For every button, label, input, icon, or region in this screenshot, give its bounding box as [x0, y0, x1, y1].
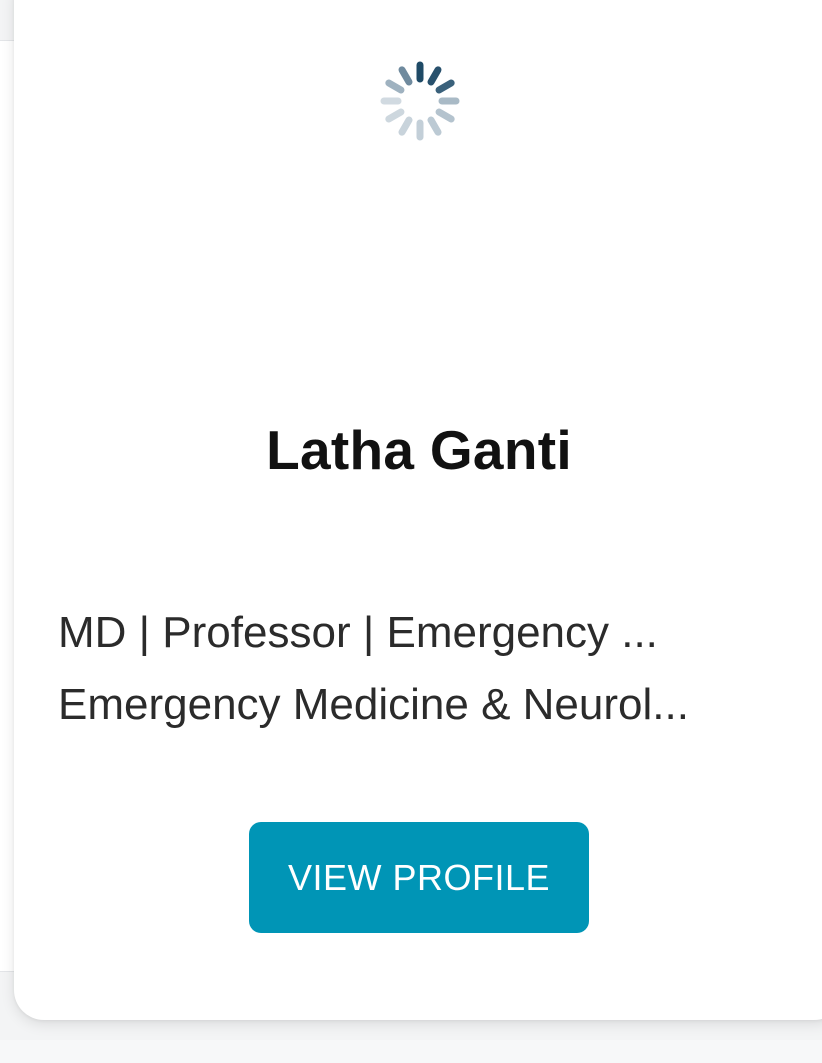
loading-spinner-icon [380, 61, 460, 141]
profile-name: Latha Ganti [266, 419, 572, 481]
profile-specialty-line: Emergency Medicine & Neurol... [58, 680, 689, 729]
view-profile-button[interactable]: VIEW PROFILE [249, 822, 589, 933]
profile-title-line: MD | Professor | Emergency ... [58, 608, 658, 657]
page-background-strip [0, 1040, 822, 1063]
